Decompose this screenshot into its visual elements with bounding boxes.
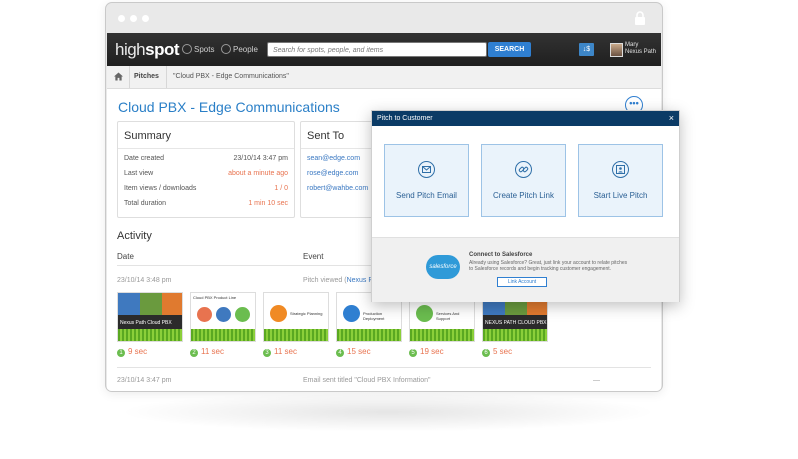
lock-icon [635,11,645,25]
sent-to-title: Sent To [307,130,345,142]
column-header-event: Event [303,252,324,261]
slide-caption: Services And Support [436,311,460,321]
salesforce-connect-panel: salesforce Connect to Salesforce Already… [372,237,679,302]
option-label: Send Pitch Email [396,191,457,200]
slide-caption: Production Deployment [363,311,385,321]
divider [118,148,294,149]
breadcrumb-current: "Cloud PBX - Edge Communications" [173,73,289,80]
breadcrumb-divider [166,66,167,88]
grass-graphic [191,329,255,341]
start-live-pitch-button[interactable]: Start Live Pitch [578,144,663,217]
people-icon [221,44,231,54]
salesforce-cloud-icon: salesforce [426,255,460,279]
summary-value: 1 / 0 [274,185,288,192]
slide-circle [416,305,433,322]
link-icon [515,161,532,178]
pitch-to-customer-dialog: Pitch to Customer × Send Pitch Email Cre… [371,110,680,302]
breadcrumb-pitches[interactable]: Pitches [134,73,159,80]
slide-circle [216,307,231,322]
badge-icon[interactable]: ↓$ [579,43,594,56]
window-dot-icon[interactable] [142,15,149,22]
summary-label: Total duration [124,200,167,207]
activity-event: Email sent titled "Cloud PBX Information… [303,377,431,384]
dialog-header: Pitch to Customer × [372,111,679,126]
option-label: Start Live Pitch [593,191,648,200]
summary-title: Summary [124,130,172,142]
grass-graphic [264,329,328,341]
slide-circle [343,305,360,322]
create-pitch-link-button[interactable]: Create Pitch Link [481,144,566,217]
window-dot-icon[interactable] [130,15,137,22]
salesforce-title: Connect to Salesforce [469,252,533,258]
column-header-date: Date [117,252,134,261]
slide-duration: 5 19 sec [409,347,444,357]
page-title: Cloud PBX - Edge Communications [118,99,340,115]
window-titlebar [106,3,662,33]
summary-value: 1 min 10 sec [248,200,288,207]
presenter-icon [612,161,629,178]
breadcrumb: Pitches "Cloud PBX - Edge Communications… [107,66,661,89]
link-account-button[interactable]: Link Account [497,277,547,287]
grass-graphic [118,329,182,341]
slide-thumbnail[interactable]: Cloud PBX Product Line [190,292,256,342]
window-shadow [118,392,658,432]
summary-label: Date created [124,155,165,162]
event-link[interactable]: Nexus P [347,277,373,284]
activity-dash: — [593,377,600,384]
slide-caption: Nexus Path Cloud PBX [120,320,172,326]
recipient-email[interactable]: rose@edge.com [307,170,358,177]
option-label: Create Pitch Link [493,191,554,200]
activity-date: 23/10/14 3:47 pm [117,377,172,384]
search-input[interactable]: Search for spots, people, and items [267,42,487,57]
breadcrumb-divider [129,66,130,88]
slide-thumbnail[interactable]: Strategic Planning [263,292,329,342]
search-button[interactable]: SEARCH [488,42,531,57]
nav-people[interactable]: People [221,44,258,54]
slide-circle [235,307,250,322]
slide-caption: NEXUS PATH CLOUD PBX [485,320,547,326]
send-pitch-email-button[interactable]: Send Pitch Email [384,144,469,217]
highspot-logo[interactable]: highspot [115,40,180,60]
recipient-email[interactable]: robert@wahbe.com [307,185,368,192]
grass-graphic [410,329,474,341]
slide-circle [197,307,212,322]
grass-graphic [337,329,401,341]
divider [117,367,651,368]
activity-date: 23/10/14 3:48 pm [117,277,172,284]
activity-title: Activity [117,230,152,242]
slide-circle [270,305,287,322]
slide-block [118,293,140,315]
home-icon[interactable] [114,72,123,81]
slide-block [140,293,162,315]
slide-block [162,293,182,315]
envelope-icon [418,161,435,178]
spots-icon [182,44,192,54]
recipient-email[interactable]: sean@edge.com [307,155,360,162]
slide-thumbnail[interactable]: Nexus Path Cloud PBX [117,292,183,342]
slide-duration: 3 11 sec [263,347,297,357]
nav-spots[interactable]: Spots [182,44,214,54]
summary-value: about a minute ago [228,170,288,177]
summary-card: Summary Date created 23/10/14 3:47 pm La… [117,121,295,218]
slide-duration: 19 sec [117,347,147,357]
slide-duration: 65 sec [482,347,512,357]
slide-caption: Strategic Planning [290,311,323,316]
window-dot-icon[interactable] [118,15,125,22]
dialog-title: Pitch to Customer [377,115,433,122]
slide-duration: 2 11 sec [190,347,224,357]
activity-event: Pitch viewed (Nexus P [303,277,374,284]
salesforce-description: Already using Salesforce? Great, just li… [469,260,628,272]
avatar[interactable] [610,43,623,57]
top-nav: highspot Spots People Search for spots, … [107,33,661,66]
summary-label: Last view [124,170,154,177]
summary-label: Item views / downloads [124,185,197,192]
summary-value: 23/10/14 3:47 pm [233,155,289,162]
user-name[interactable]: Mary Nexus Path [625,42,656,56]
close-icon[interactable]: × [669,111,674,126]
grass-graphic [483,329,547,341]
slide-duration: 4 15 sec [336,347,371,357]
slide-caption: Cloud PBX Product Line [193,295,237,300]
